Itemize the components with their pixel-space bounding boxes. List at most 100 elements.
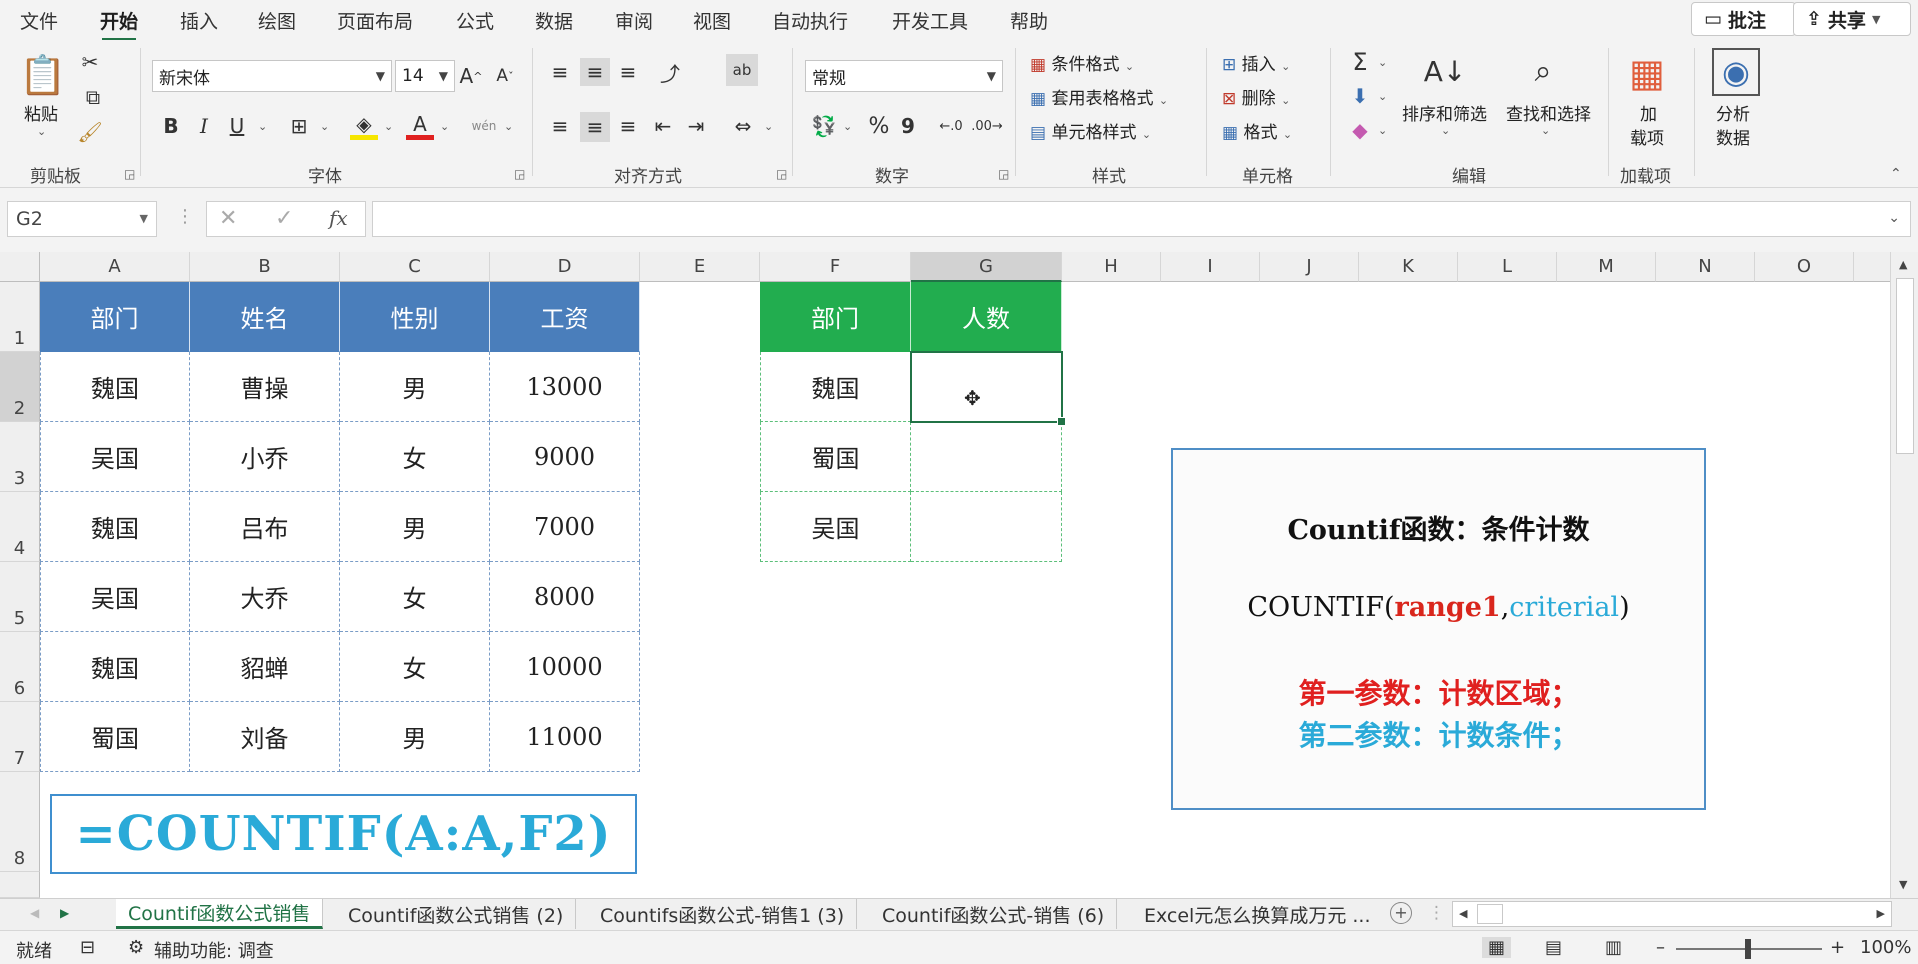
paste-button[interactable]: 粘贴 (24, 100, 58, 125)
sort-filter-button[interactable]: 排序和筛选 (1402, 100, 1487, 125)
table-cell[interactable]: 吴国 (760, 492, 911, 562)
table-cell[interactable]: 男 (340, 702, 490, 772)
decrease-decimal-icon[interactable]: .00→ (971, 112, 1003, 140)
increase-decimal-icon[interactable]: ←.0 (936, 112, 966, 140)
addins-icon[interactable]: ▦ (1624, 50, 1670, 96)
table-header-cell[interactable]: 部门 (40, 282, 190, 352)
table-header-cell[interactable]: 部门 (760, 282, 911, 352)
table-cell[interactable]: 魏国 (40, 352, 190, 422)
chevron-down-icon[interactable]: ⌄ (1378, 124, 1387, 137)
name-box[interactable]: G2 ▼ (7, 201, 157, 237)
increase-font-icon[interactable]: A ^ (458, 62, 484, 90)
fill-color-icon[interactable]: ◈ (350, 112, 378, 140)
chevron-down-icon[interactable]: ⌄ (1378, 56, 1387, 69)
find-select-button[interactable]: 查找和选择 (1506, 100, 1591, 125)
column-header[interactable]: E (640, 252, 760, 282)
table-cell[interactable]: 刘备 (190, 702, 340, 772)
table-cell[interactable]: 11000 (490, 702, 640, 772)
table-cell[interactable]: 吕布 (190, 492, 340, 562)
decrease-indent-icon[interactable]: ⇤ (650, 112, 676, 140)
macro-record-icon[interactable]: ⊟ (80, 937, 95, 958)
table-cell[interactable]: 吴国 (40, 562, 190, 632)
sort-filter-icon[interactable]: A↓ (1420, 50, 1470, 92)
dialog-launcher-icon[interactable]: ◲ (776, 167, 787, 181)
sheet-tab[interactable]: Countif函数公式销售 (2) (336, 899, 577, 929)
zoom-in-icon[interactable]: + (1830, 937, 1845, 958)
chevron-down-icon[interactable]: ⌄ (1441, 124, 1450, 137)
normal-view-icon[interactable]: ▦ (1482, 937, 1512, 958)
menu-review[interactable]: 审阅 (615, 7, 653, 34)
row-header[interactable]: 8 (0, 772, 40, 872)
align-right-icon[interactable]: ≡ (615, 112, 641, 140)
column-header[interactable]: O (1755, 252, 1854, 282)
table-cell[interactable]: 魏国 (40, 492, 190, 562)
comma-button[interactable]: 9 (898, 112, 918, 140)
worksheet-grid[interactable]: A B C D E F G H I J K L M N O 1 2 3 4 5 … (0, 252, 1890, 898)
table-cell[interactable]: 9000 (490, 422, 640, 492)
column-header[interactable]: L (1458, 252, 1557, 282)
menu-page-layout[interactable]: 页面布局 (337, 7, 413, 34)
table-cell[interactable]: 曹操 (190, 352, 340, 422)
chevron-down-icon[interactable]: ⌄ (384, 120, 393, 133)
phonetic-icon[interactable]: wén (470, 112, 498, 140)
zoom-level[interactable]: 100% (1860, 937, 1911, 958)
row-header[interactable]: 6 (0, 632, 40, 702)
column-header[interactable]: K (1359, 252, 1458, 282)
cut-icon[interactable]: ✂ (78, 50, 102, 74)
menu-file[interactable]: 文件 (20, 7, 58, 34)
font-color-icon[interactable]: A (406, 112, 434, 140)
decrease-font-icon[interactable]: Aˇ (492, 62, 518, 90)
chevron-down-icon[interactable]: ⌄ (504, 120, 513, 133)
bold-button[interactable]: B (160, 112, 182, 140)
scroll-down-icon[interactable]: ▼ (1899, 878, 1907, 891)
row-header[interactable]: 3 (0, 422, 40, 492)
table-cell[interactable]: 女 (340, 632, 490, 702)
table-cell[interactable]: 7000 (490, 492, 640, 562)
active-cell-selection[interactable] (910, 351, 1066, 426)
table-cell[interactable]: 10000 (490, 632, 640, 702)
row-header[interactable]: 5 (0, 562, 40, 632)
dialog-launcher-icon[interactable]: ◲ (998, 167, 1009, 181)
row-header[interactable]: 7 (0, 702, 40, 772)
zoom-slider-thumb[interactable] (1745, 939, 1751, 959)
chevron-down-icon[interactable]: ⌄ (258, 120, 267, 133)
chevron-down-icon[interactable]: ⌄ (440, 120, 449, 133)
scroll-thumb[interactable] (1477, 904, 1503, 924)
enter-icon[interactable]: ✓ (275, 206, 293, 231)
menu-draw[interactable]: 绘图 (258, 7, 296, 34)
align-left-icon[interactable]: ≡ (547, 112, 573, 140)
row-header[interactable]: 1 (0, 282, 40, 352)
column-header[interactable]: H (1062, 252, 1161, 282)
share-button[interactable]: ⇪ 共享 ▼ (1793, 2, 1911, 36)
orientation-icon[interactable]: ⤴ (650, 58, 690, 86)
tab-prev-icon[interactable]: ◀ (30, 906, 39, 920)
table-cell[interactable]: 男 (340, 352, 490, 422)
accessibility-status[interactable]: 辅助功能: 调查 (154, 937, 274, 963)
column-header[interactable]: M (1557, 252, 1656, 282)
column-header[interactable]: F (760, 252, 911, 282)
number-format-select[interactable]: 常规 ▼ (805, 60, 1003, 92)
horizontal-scrollbar[interactable]: ◀ ▶ (1452, 901, 1892, 927)
column-header[interactable]: J (1260, 252, 1359, 282)
clear-icon[interactable]: ◆ (1346, 116, 1374, 144)
insert-function-button[interactable]: fx (329, 206, 348, 230)
addins-label-line1[interactable]: 加 (1640, 100, 1657, 125)
dialog-launcher-icon[interactable]: ◲ (514, 167, 525, 181)
find-icon[interactable]: ⌕ (1518, 50, 1568, 92)
table-cell[interactable]: 女 (340, 422, 490, 492)
cell-styles-button[interactable]: ▤ 单元格样式 ⌄ (1030, 118, 1151, 143)
menu-help[interactable]: 帮助 (1010, 7, 1048, 34)
chevron-down-icon[interactable]: ⌄ (1888, 210, 1900, 226)
scroll-thumb[interactable] (1896, 278, 1914, 454)
format-cells-button[interactable]: ▦ 格式 ⌄ (1222, 118, 1292, 143)
table-cell[interactable]: 魏国 (40, 632, 190, 702)
add-sheet-icon[interactable]: + (1390, 902, 1412, 924)
menu-view[interactable]: 视图 (693, 7, 731, 34)
align-top-icon[interactable]: ≡ (547, 58, 573, 86)
menu-formulas[interactable]: 公式 (456, 7, 494, 34)
column-header[interactable]: N (1656, 252, 1755, 282)
table-header-cell[interactable]: 工资 (490, 282, 640, 352)
table-cell[interactable] (911, 492, 1062, 562)
table-cell[interactable]: 魏国 (760, 352, 911, 422)
comment-button[interactable]: ▭ 批注 (1691, 2, 1796, 36)
